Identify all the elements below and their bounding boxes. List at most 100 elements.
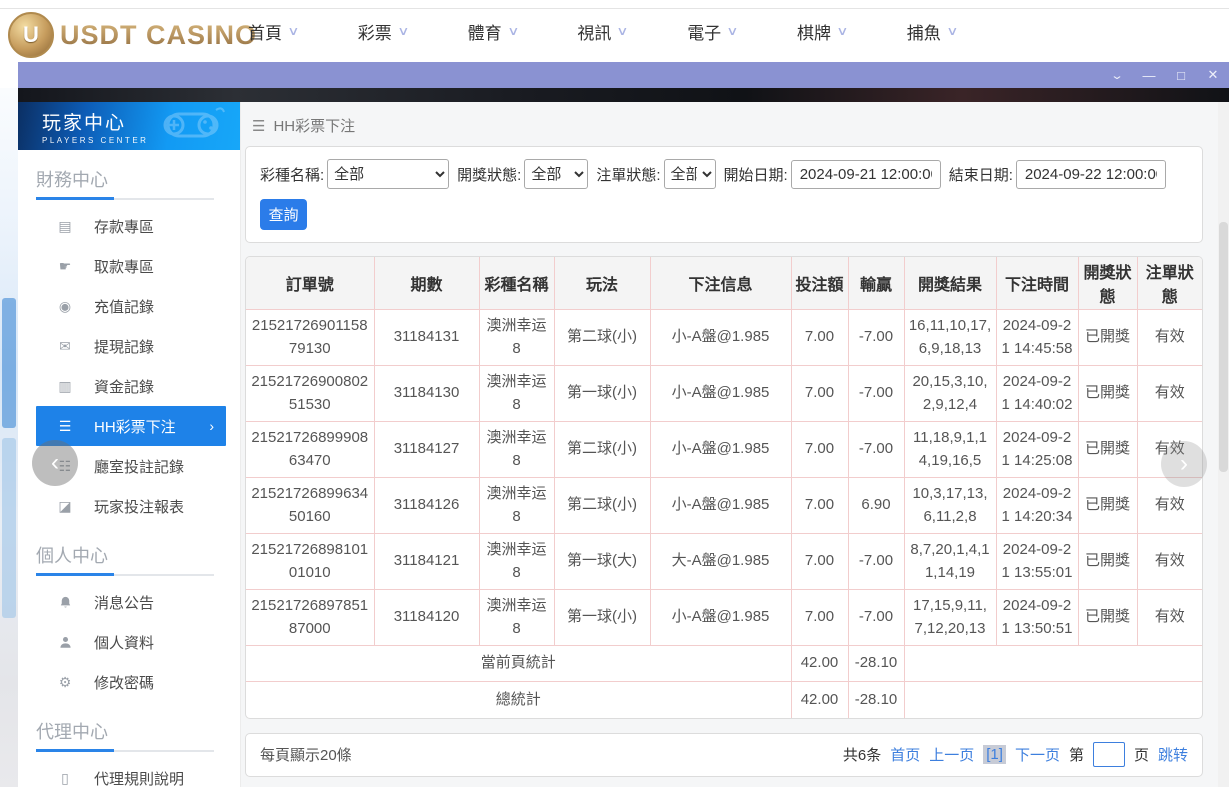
sidebar-item-label: 代理規則說明 [94,770,185,787]
query-button[interactable]: 查詢 [260,199,307,230]
vertical-scrollbar[interactable] [1218,102,1229,787]
cell-order-no: 2152172689963450160 [246,477,375,534]
sidebar-item-label: 資金記錄 [94,378,155,396]
chevron-down-icon: ∨ [836,24,849,38]
nav-item-fishing[interactable]: 捕魚 ∨ [907,19,959,44]
sidebar-item-label: 消息公告 [94,594,155,612]
sidebar-item-deposit-zone[interactable]: ▤ 存款專區 [18,206,240,246]
cell-lottery-name: 澳洲幸运8 [478,309,555,366]
cell-bet-amount: 7.00 [790,477,849,534]
logo-coin-icon: U [8,12,54,58]
sidebar-item-withdraw-records[interactable]: ✉ 提現記錄 [18,326,240,366]
col-header-bet-info: 下注信息 [649,257,792,310]
content-scroll-right-button[interactable]: › [1161,441,1207,487]
sidebar-item-label: 修改密碼 [94,674,155,692]
table-footer: 每頁顯示20條 共6条 首页 上一页 [1] 下一页 第 页 跳转 [245,732,1203,777]
sidebar-item-announcements[interactable]: 消息公告 [18,582,240,622]
cell-win-loss: -7.00 [847,365,905,422]
order-status-select[interactable]: 全部 [663,159,716,189]
deposit-card-icon: ▤ [58,217,72,234]
chevron-down-icon: ∨ [287,24,300,38]
sidebar-item-hh-lottery-bets[interactable]: ☰ HH彩票下注 › [36,406,226,446]
titlebar-chevron-icon[interactable]: ⌄ [1093,62,1141,88]
chevron-down-icon: ∨ [616,24,629,38]
cell-win-loss: -7.00 [847,309,905,366]
recharge-record-icon: ◉ [58,297,72,314]
cell-bet-time: 2024-09-21 14:40:02 [995,365,1079,422]
cell-draw-status: 已開獎 [1077,477,1138,534]
close-button[interactable]: ✕ [1197,62,1229,88]
filter-panel: 彩種名稱: 全部 開獎狀態: 全部 注單狀態: 全部 開始日期: 結束日期: 查… [245,146,1203,243]
jump-button[interactable]: 跳转 [1158,744,1188,765]
cell-lottery-name: 澳洲幸运8 [478,421,555,478]
scrollbar-thumb[interactable] [1219,222,1228,472]
summary-label: 當前頁統計 [246,645,792,682]
col-header-play-type: 玩法 [553,257,651,310]
end-date-input[interactable] [1015,159,1166,189]
cell-draw-result: 8,7,20,1,4,11,14,19 [903,533,997,590]
breadcrumb: ☰ HH彩票下注 [252,115,1203,136]
nav-item-label: 電子 [687,23,722,43]
lottery-name-label: 彩種名稱: [260,166,325,184]
sidebar-item-change-password[interactable]: ⚙ 修改密碼 [18,662,240,702]
sidebar-section-title-finance: 財務中心 [36,170,108,190]
col-header-win-loss: 輸贏 [847,257,905,310]
section-underline [36,573,214,576]
sidebar-item-label: 個人資料 [94,634,155,652]
col-header-bet-time: 下注時間 [995,257,1079,310]
site-header: U USDT CASINO 首頁 ∨ 彩票 ∨ 體育 ∨ 視訊 ∨ 電子 ∨ 棋牌 ∨ 捕魚 ∨ [0,0,1229,62]
site-logo: U USDT CASINO [8,12,257,58]
cell-draw-result: 16,11,10,17,6,9,18,13 [903,309,997,366]
summary-empty [903,681,1202,718]
sidebar-item-recharge-records[interactable]: ◉ 充值記錄 [18,286,240,326]
section-underline [36,197,214,200]
sidebar-item-agent-rules[interactable]: ▯ 代理規則說明 [18,758,240,787]
lottery-name-select[interactable]: 全部 [327,159,450,189]
current-page[interactable]: [1] [983,745,1006,764]
nav-item-lottery[interactable]: 彩票 ∨ [357,19,410,44]
prev-page-link[interactable]: 上一页 [929,744,974,765]
cell-win-loss: 6.90 [847,477,905,534]
jump-page-input[interactable] [1092,742,1125,767]
cell-win-loss: -7.00 [847,421,905,478]
nav-item-sports[interactable]: 體育 ∨ [468,19,520,44]
sidebar-item-player-bet-report[interactable]: ◪ 玩家投注報表 [18,486,240,526]
cell-period: 31184127 [373,421,480,478]
nav-item-label: 彩票 [357,23,392,43]
profile-person-icon [56,635,74,650]
chevron-down-icon: ∨ [397,24,410,38]
menu-toggle-icon[interactable]: ☰ [252,117,265,135]
nav-item-chess[interactable]: 棋牌 ∨ [797,19,849,44]
first-page-link[interactable]: 首页 [890,744,920,765]
cell-bet-time: 2024-09-21 14:25:08 [995,421,1079,478]
nav-item-slots[interactable]: 電子 ∨ [687,19,739,44]
table-row: 2152172689990863470 31184127 澳洲幸运8 第二球(小) 小-… [246,421,1202,478]
start-date-label: 開始日期: [723,166,788,184]
col-header-draw-status: 開獎狀態 [1077,257,1138,310]
sidebar-item-profile[interactable]: 個人資料 [18,622,240,662]
sidebar-collapse-button[interactable]: ‹ [32,440,78,486]
sidebar-item-label: 提現記錄 [94,338,155,356]
cell-draw-status: 已開獎 [1077,533,1138,590]
summary-bet-amount: 42.00 [790,645,849,682]
sidebar-item-funds-records[interactable]: ▥ 資金記錄 [18,366,240,406]
nav-item-home[interactable]: 首頁 ∨ [248,19,300,44]
cell-order-status: 有效 [1136,533,1202,590]
summary-empty [903,645,1202,682]
maximize-button[interactable]: □ [1165,62,1197,88]
agent-rules-doc-icon: ▯ [61,769,69,786]
next-page-link[interactable]: 下一页 [1015,744,1060,765]
window-titlebar: ⌄ — □ ✕ [18,62,1229,88]
nav-item-video[interactable]: 視訊 ∨ [577,19,629,44]
sidebar-item-withdraw-zone[interactable]: ☛ 取款專區 [18,246,240,286]
total-count: 共6条 [842,747,882,764]
cell-play-type: 第二球(小) [553,477,651,534]
logo-text: USDT CASINO [60,19,258,50]
start-date-input[interactable] [790,159,941,189]
summary-row: 當前頁統計 42.00 -28.10 [246,645,1202,682]
sidebar-header: 玩家中心 PLAYERS CENTER [18,102,240,150]
col-header-lottery-name: 彩種名稱 [478,257,555,310]
table-row: 2152172690115879130 31184131 澳洲幸运8 第二球(小) 小-… [246,309,1202,366]
draw-status-select[interactable]: 全部 [524,159,589,189]
cell-lottery-name: 澳洲幸运8 [478,365,555,422]
